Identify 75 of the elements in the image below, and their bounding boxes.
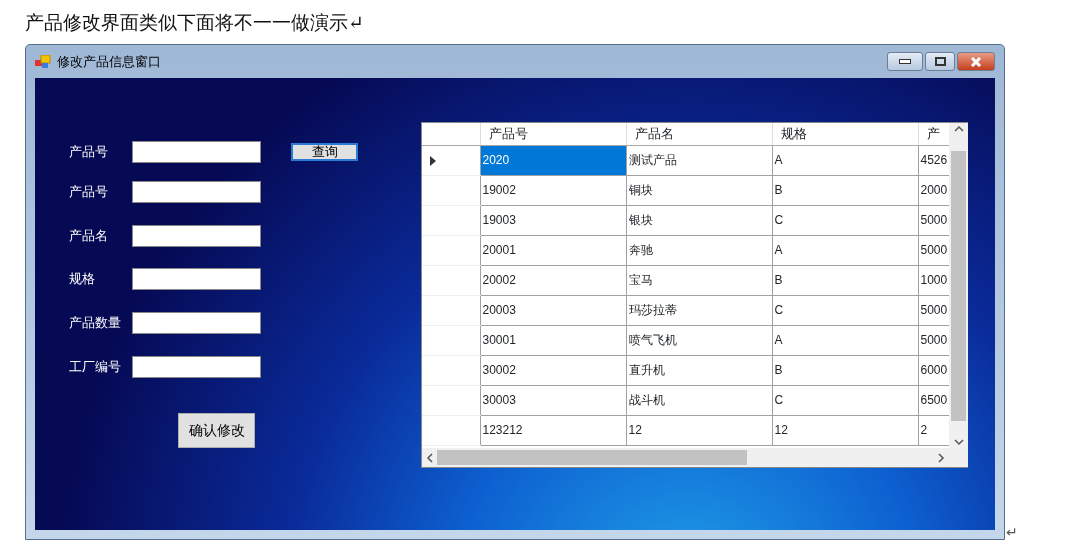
table-row[interactable]: 30003 战斗机 C 6500 xyxy=(422,385,949,415)
table-cell[interactable]: 12 xyxy=(772,415,918,445)
table-cell[interactable]: 19002 xyxy=(480,175,626,205)
table-row[interactable]: 2020 测试产品 A 4526 xyxy=(422,145,949,175)
table-cell[interactable]: 20001 xyxy=(480,235,626,265)
table-row[interactable]: 30002 直升机 B 6000 xyxy=(422,355,949,385)
column-header[interactable]: 规格 xyxy=(772,123,918,145)
table-cell[interactable]: 宝马 xyxy=(626,265,772,295)
table-cell[interactable]: 19003 xyxy=(480,205,626,235)
input-field[interactable] xyxy=(132,141,261,163)
scroll-thumb[interactable] xyxy=(437,450,747,465)
table-row[interactable]: 30001 喷气飞机 A 5000 xyxy=(422,325,949,355)
table-cell[interactable]: 喷气飞机 xyxy=(626,325,772,355)
field-label: 产品数量 xyxy=(69,314,122,333)
scroll-up-icon[interactable] xyxy=(953,125,964,132)
table-cell[interactable]: C xyxy=(772,205,918,235)
field-label: 产品号 xyxy=(69,143,109,162)
table-cell[interactable]: B xyxy=(772,175,918,205)
table-row[interactable]: 20002 宝马 B 1000 xyxy=(422,265,949,295)
table-row[interactable]: 20003 玛莎拉蒂 C 5000 xyxy=(422,295,949,325)
input-field[interactable] xyxy=(132,181,261,203)
table-cell[interactable]: 奔驰 xyxy=(626,235,772,265)
table-cell[interactable]: B xyxy=(772,265,918,295)
paragraph-mark: ↵ xyxy=(1006,523,1018,542)
maximize-icon xyxy=(934,57,946,66)
column-header[interactable]: 产品号 xyxy=(480,123,626,145)
table-cell[interactable]: 20002 xyxy=(480,265,626,295)
close-icon xyxy=(970,56,982,67)
scroll-left-icon[interactable] xyxy=(426,452,433,463)
field-label: 产品名 xyxy=(69,227,109,246)
table-cell[interactable]: B xyxy=(772,355,918,385)
scroll-thumb[interactable] xyxy=(951,150,966,421)
table-cell[interactable]: 测试产品 xyxy=(626,145,772,175)
input-field[interactable] xyxy=(132,268,261,290)
table-cell[interactable]: 战斗机 xyxy=(626,385,772,415)
input-field[interactable] xyxy=(132,312,261,334)
table-row[interactable]: 19003 银块 C 5000 xyxy=(422,205,949,235)
field-label: 规格 xyxy=(69,270,96,289)
close-button[interactable] xyxy=(957,52,995,71)
table-cell[interactable]: 银块 xyxy=(626,205,772,235)
table-row[interactable]: 20001 奔驰 A 5000 xyxy=(422,235,949,265)
table-cell[interactable]: A xyxy=(772,145,918,175)
field-label: 工厂编号 xyxy=(69,358,122,377)
table-cell[interactable]: 30001 xyxy=(480,325,626,355)
table-row[interactable]: 123212 12 12 2 xyxy=(422,415,949,445)
table-cell[interactable]: A xyxy=(772,235,918,265)
input-field[interactable] xyxy=(132,356,261,378)
table-cell[interactable]: 玛莎拉蒂 xyxy=(626,295,772,325)
column-header[interactable]: 产品名 xyxy=(626,123,772,145)
scroll-right-icon[interactable] xyxy=(938,452,945,463)
table-cell[interactable]: 20003 xyxy=(480,295,626,325)
minimize-icon xyxy=(899,59,911,64)
maximize-button[interactable] xyxy=(925,52,955,71)
table-cell[interactable]: C xyxy=(772,385,918,415)
horizontal-scrollbar[interactable] xyxy=(422,448,949,467)
field-label: 产品号 xyxy=(69,183,109,202)
window-title: 修改产品信息窗口 xyxy=(57,52,161,71)
table-cell[interactable]: 12 xyxy=(626,415,772,445)
table-row[interactable]: 19002 铜块 B 2000 xyxy=(422,175,949,205)
table-cell[interactable]: 30003 xyxy=(480,385,626,415)
table-cell[interactable]: 直升机 xyxy=(626,355,772,385)
vertical-scrollbar[interactable] xyxy=(949,123,968,448)
app-icon xyxy=(35,54,51,69)
table-cell[interactable]: 铜块 xyxy=(626,175,772,205)
input-field[interactable] xyxy=(132,225,261,247)
table-cell[interactable]: 2020 xyxy=(480,145,626,175)
table-cell[interactable]: A xyxy=(772,325,918,355)
scroll-down-icon[interactable] xyxy=(953,439,964,446)
minimize-button[interactable] xyxy=(887,52,923,71)
table-cell[interactable]: 123212 xyxy=(480,415,626,445)
table-cell[interactable]: C xyxy=(772,295,918,325)
query-button[interactable]: 查询 xyxy=(291,143,358,161)
document-heading: 产品修改界面类似下面将不一一做演示↵ xyxy=(24,10,365,35)
confirm-button[interactable]: 确认修改 xyxy=(178,413,255,448)
table-cell[interactable]: 30002 xyxy=(480,355,626,385)
